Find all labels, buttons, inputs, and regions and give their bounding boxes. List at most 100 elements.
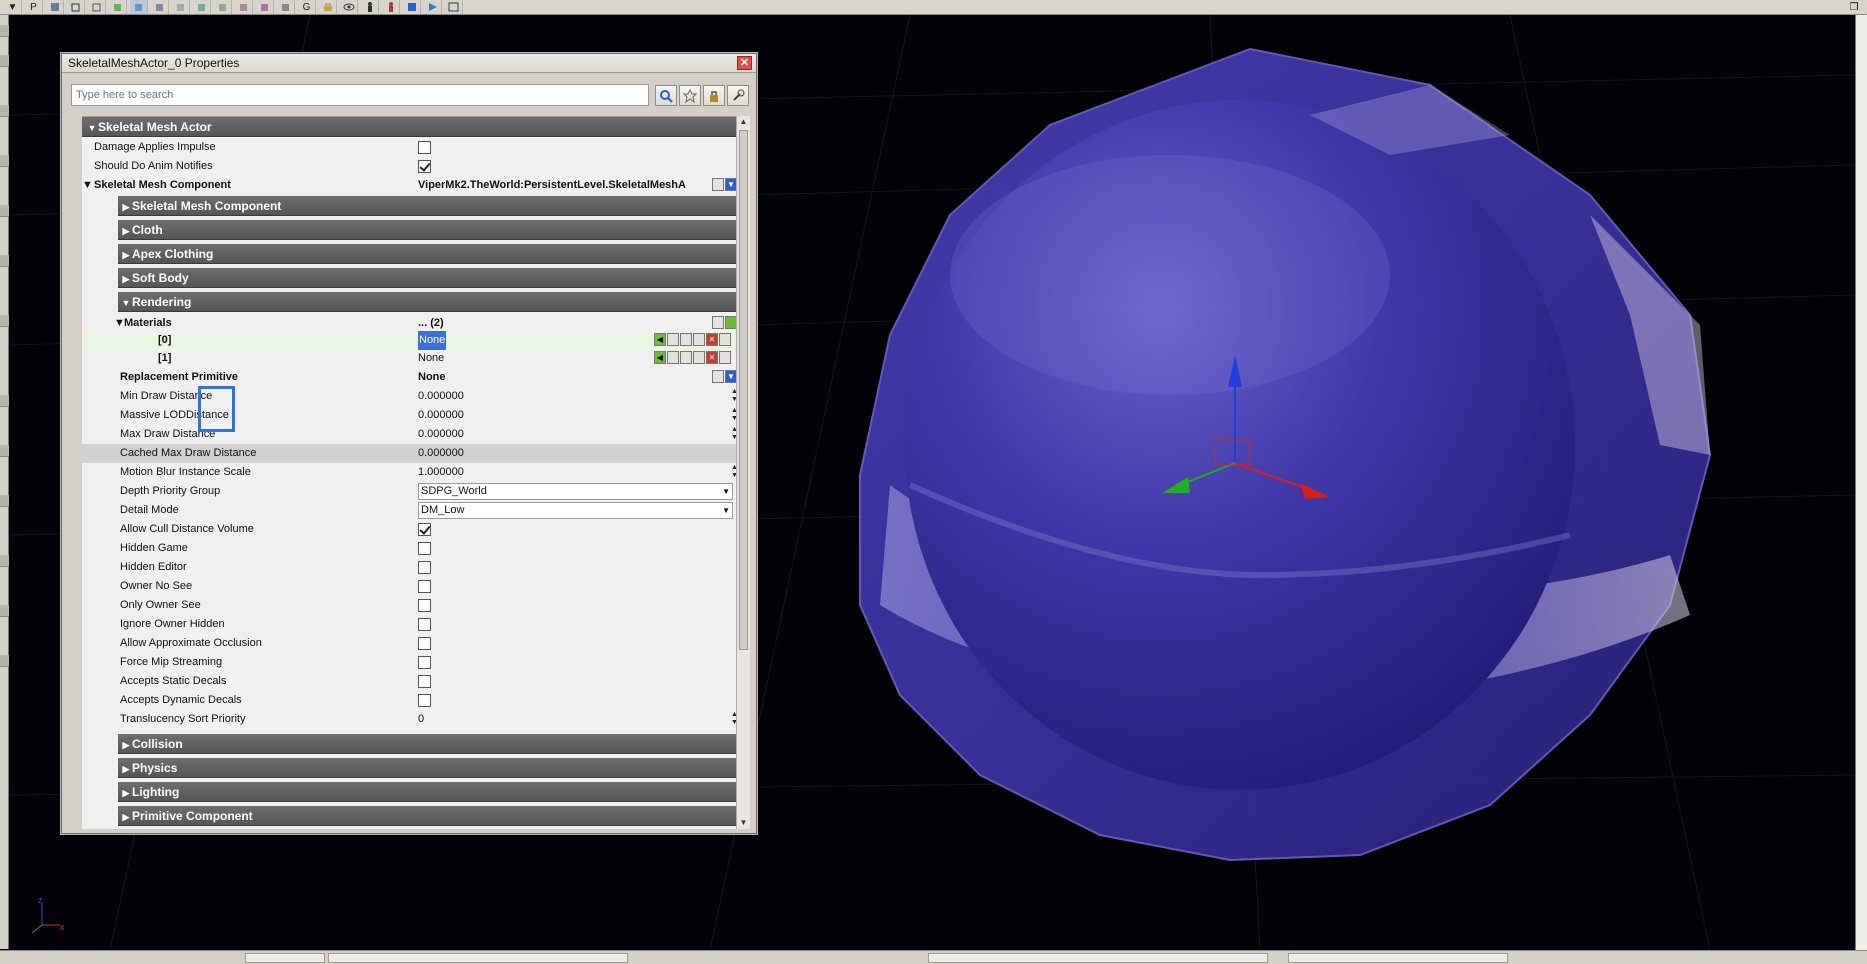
- figure-red-icon[interactable]: [382, 0, 400, 14]
- collapse-arrow-icon[interactable]: ▼: [86, 118, 98, 138]
- clear-icon[interactable]: [712, 370, 724, 383]
- delete-icon[interactable]: ✕: [706, 333, 718, 346]
- left-tool-button[interactable]: [0, 655, 9, 667]
- clear-icon[interactable]: [712, 178, 724, 191]
- max-draw-distance-value[interactable]: 0.000000: [418, 425, 464, 444]
- motion-blur-instance-scale-value[interactable]: 1.000000: [418, 463, 464, 482]
- left-tool-button[interactable]: [0, 605, 9, 617]
- material-1-value[interactable]: None: [418, 349, 444, 368]
- depth-priority-group-select[interactable]: SDPG_World ▼: [418, 483, 733, 500]
- hidden-game-checkbox[interactable]: [418, 542, 431, 555]
- actor-icon[interactable]: [46, 0, 64, 14]
- category-primitive-component[interactable]: ▶ Primitive Component: [118, 806, 737, 826]
- hidden-editor-checkbox[interactable]: [418, 561, 431, 574]
- allow-approximate-occlusion-checkbox[interactable]: [418, 637, 431, 650]
- use-selected-icon[interactable]: ◀: [654, 333, 666, 346]
- clear-icon[interactable]: [719, 351, 731, 364]
- expand-arrow-icon[interactable]: ▶: [120, 807, 132, 827]
- use-selected-icon[interactable]: ◀: [654, 351, 666, 364]
- should-do-anim-notifies-checkbox[interactable]: [418, 160, 431, 173]
- category-physics[interactable]: ▶ Physics: [118, 758, 737, 778]
- eye-icon[interactable]: [340, 0, 358, 14]
- property-list[interactable]: ▼ Skeletal Mesh Actor Damage Applies Impu…: [82, 116, 737, 829]
- blue-box-icon[interactable]: [403, 0, 421, 14]
- expand-arrow-icon[interactable]: ▶: [120, 197, 132, 217]
- translucency-sort-priority-value[interactable]: 0: [418, 710, 424, 729]
- replacement-primitive-value[interactable]: None: [418, 368, 446, 387]
- prop-material-1[interactable]: [1] None ◀ ✕: [82, 349, 737, 368]
- expand-arrow-icon[interactable]: ▼: [82, 176, 93, 195]
- category-rendering[interactable]: ▼ Rendering: [118, 292, 737, 312]
- left-tool-button[interactable]: [0, 205, 9, 217]
- vertical-scrollbar[interactable]: ▲ ▼: [736, 116, 750, 829]
- category-collision[interactable]: ▶ Collision: [118, 734, 737, 754]
- scroll-up-icon[interactable]: ▲: [739, 117, 748, 127]
- cube-wireframe-icon[interactable]: [67, 0, 85, 14]
- cube-lit-icon[interactable]: [130, 0, 148, 14]
- left-tool-button[interactable]: [0, 55, 9, 67]
- insert-icon[interactable]: [712, 316, 724, 329]
- expand-arrow-icon[interactable]: ▶: [120, 735, 132, 755]
- favorite-star-icon[interactable]: [679, 85, 701, 106]
- cube-outline-icon[interactable]: [88, 0, 106, 14]
- cube-complexity-icon[interactable]: [193, 0, 211, 14]
- force-mip-streaming-checkbox[interactable]: [418, 656, 431, 669]
- category-apex-clothing[interactable]: ▶ Apex Clothing: [118, 244, 737, 264]
- left-tool-button[interactable]: [0, 255, 9, 267]
- duplicate-icon[interactable]: [693, 351, 705, 364]
- expand-arrow-icon[interactable]: ▶: [120, 221, 132, 241]
- restore-icon[interactable]: ❐: [1847, 0, 1861, 14]
- window-title[interactable]: SkeletalMeshActor_0 Properties: [62, 54, 756, 73]
- damage-applies-impulse-checkbox[interactable]: [418, 141, 431, 154]
- duplicate-icon[interactable]: [693, 333, 705, 346]
- ignore-owner-hidden-checkbox[interactable]: [418, 618, 431, 631]
- expand-arrow-icon[interactable]: ▶: [120, 245, 132, 265]
- category-lighting[interactable]: ▶ Lighting: [118, 782, 737, 802]
- owner-no-see-checkbox[interactable]: [418, 580, 431, 593]
- detail-mode-select[interactable]: DM_Low ▼: [418, 502, 733, 519]
- left-tool-button[interactable]: [0, 315, 9, 327]
- left-tool-button[interactable]: [0, 395, 9, 407]
- toolbar-p-button[interactable]: P: [25, 0, 43, 14]
- scrollbar-thumb[interactable]: [739, 130, 748, 650]
- accepts-static-decals-checkbox[interactable]: [418, 675, 431, 688]
- allow-cull-distance-volume-checkbox[interactable]: [418, 523, 431, 536]
- expand-arrow-icon[interactable]: ▶: [120, 783, 132, 803]
- delete-icon[interactable]: ✕: [706, 351, 718, 364]
- cube-textures-icon[interactable]: [214, 0, 232, 14]
- cube-grey-icon[interactable]: [277, 0, 295, 14]
- close-icon[interactable]: ✕: [737, 56, 752, 70]
- scroll-down-icon[interactable]: ▼: [739, 818, 748, 828]
- clear-icon[interactable]: [719, 333, 731, 346]
- lock-icon[interactable]: [703, 85, 725, 106]
- search-input[interactable]: [71, 84, 649, 106]
- search-icon[interactable]: [655, 85, 677, 106]
- material-0-value[interactable]: None: [418, 331, 447, 350]
- menu-arrow-icon[interactable]: ▼: [4, 0, 22, 14]
- category-cloth[interactable]: ▶ Cloth: [118, 220, 737, 240]
- category-skeletal-mesh-component[interactable]: ▶ Skeletal Mesh Component: [118, 196, 737, 216]
- play-icon[interactable]: [424, 0, 442, 14]
- only-owner-see-checkbox[interactable]: [418, 599, 431, 612]
- expand-arrow-icon[interactable]: ▶: [120, 759, 132, 779]
- category-skeletal-mesh-actor[interactable]: ▼ Skeletal Mesh Actor: [82, 117, 737, 137]
- figure-icon[interactable]: [361, 0, 379, 14]
- wrench-icon[interactable]: [727, 85, 749, 106]
- lock-icon[interactable]: [319, 0, 337, 14]
- find-icon[interactable]: [680, 351, 692, 364]
- find-icon[interactable]: [680, 333, 692, 346]
- browse-icon[interactable]: [667, 351, 679, 364]
- skeletal-mesh-component-value[interactable]: ViperMk2.TheWorld:PersistentLevel.Skelet…: [418, 176, 708, 195]
- accepts-dynamic-decals-checkbox[interactable]: [418, 694, 431, 707]
- left-tool-button[interactable]: [0, 105, 9, 117]
- cube-purple-icon[interactable]: [256, 0, 274, 14]
- cube-detail-icon[interactable]: [235, 0, 253, 14]
- left-tool-button[interactable]: [0, 445, 9, 457]
- toolbar-g-button[interactable]: G: [298, 0, 316, 14]
- left-tool-button[interactable]: [0, 25, 9, 37]
- massive-lod-distance-value[interactable]: 0.000000: [418, 406, 464, 425]
- cube-lighting-icon[interactable]: [172, 0, 190, 14]
- browse-icon[interactable]: [667, 333, 679, 346]
- category-soft-body[interactable]: ▶ Soft Body: [118, 268, 737, 288]
- expand-arrow-icon[interactable]: ▶: [120, 269, 132, 289]
